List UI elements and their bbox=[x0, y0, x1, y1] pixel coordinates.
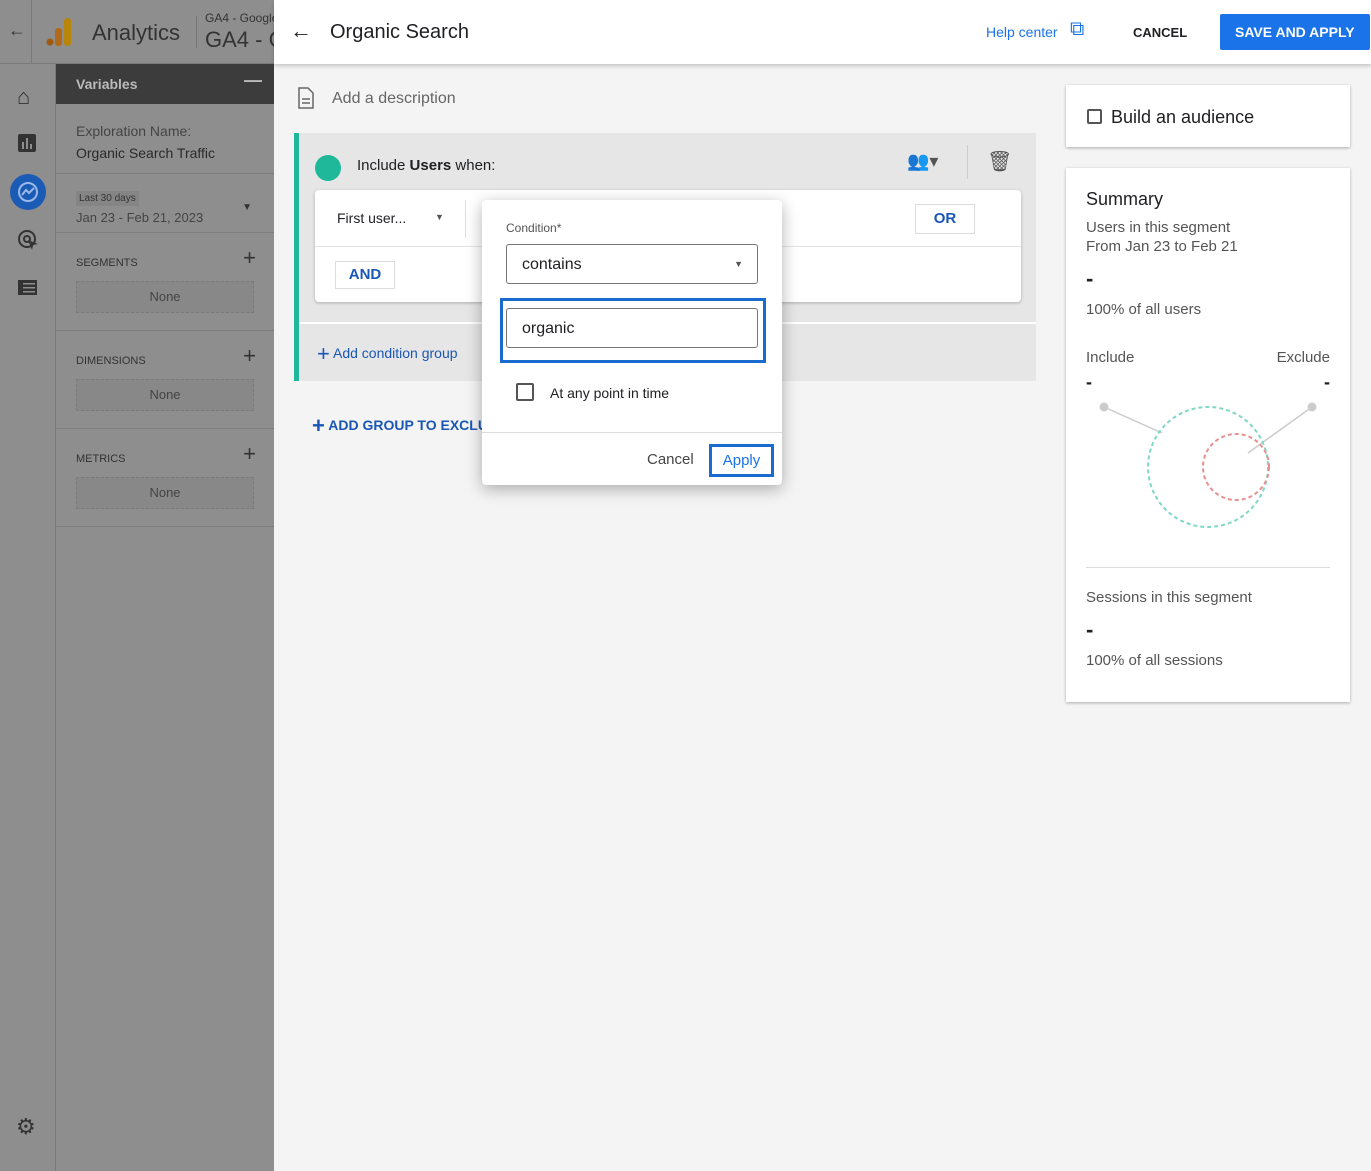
date-badge: Last 30 days bbox=[76, 191, 139, 206]
save-and-apply-button[interactable]: SAVE AND APPLY bbox=[1220, 14, 1370, 50]
sessions-label: Sessions in this segment bbox=[1086, 589, 1252, 606]
external-link-icon[interactable]: ⧉ bbox=[1070, 18, 1084, 41]
explore-icon[interactable] bbox=[10, 174, 46, 210]
metrics-label: METRICS bbox=[76, 453, 126, 465]
dimensions-section: DIMENSIONS + None bbox=[56, 331, 274, 429]
app-name: Analytics bbox=[92, 20, 181, 45]
configure-icon[interactable] bbox=[18, 280, 38, 296]
settings-gear-icon[interactable]: ⚙ bbox=[16, 1114, 36, 1140]
sessions-percent: 100% of all sessions bbox=[1086, 652, 1223, 669]
segments-none: None bbox=[76, 281, 254, 313]
analytics-logo-icon bbox=[46, 18, 71, 46]
description-icon bbox=[298, 87, 314, 109]
users-label: Users in this segment bbox=[1086, 219, 1231, 236]
help-center-link[interactable]: Help center bbox=[986, 24, 1058, 40]
include-circle bbox=[1147, 406, 1269, 528]
add-condition-group-button[interactable]: + Add condition group bbox=[317, 341, 458, 367]
segment-title[interactable]: Organic Search bbox=[330, 21, 469, 44]
value-input[interactable]: organic bbox=[506, 308, 758, 348]
account-name[interactable]: GA4 - Google bbox=[205, 11, 274, 25]
dimensions-none: None bbox=[76, 379, 254, 411]
date-range-text: From Jan 23 to Feb 21 bbox=[1086, 238, 1238, 255]
left-nav: ⌂ ⚙ bbox=[0, 64, 56, 1171]
reports-icon[interactable] bbox=[18, 134, 38, 154]
plus-icon: + bbox=[317, 341, 330, 366]
include-text: Include Users when: bbox=[357, 157, 496, 174]
variables-title: Variables bbox=[76, 76, 138, 92]
date-range-picker[interactable]: Last 30 days Jan 23 - Feb 21, 2023 ▼ bbox=[56, 174, 274, 233]
condition-value: contains bbox=[522, 256, 582, 273]
exclude-circle bbox=[1202, 433, 1270, 501]
popup-cancel-button[interactable]: Cancel bbox=[647, 451, 694, 468]
summary-title: Summary bbox=[1086, 189, 1164, 209]
date-range: Jan 23 - Feb 21, 2023 bbox=[76, 210, 204, 225]
dimensions-label: DIMENSIONS bbox=[76, 355, 146, 367]
collapse-icon[interactable]: — bbox=[244, 70, 262, 91]
condition-select[interactable]: contains ▼ bbox=[506, 244, 758, 284]
segments-label: SEGMENTS bbox=[76, 257, 138, 269]
exclude-value: - bbox=[1324, 372, 1330, 392]
back-arrow-icon[interactable]: ← bbox=[290, 18, 312, 44]
description-input[interactable]: Add a description bbox=[332, 90, 456, 108]
user-scope-icon[interactable]: 👥▾ bbox=[907, 151, 938, 172]
or-button[interactable]: OR bbox=[915, 204, 975, 234]
metrics-none: None bbox=[76, 477, 254, 509]
users-percent: 100% of all users bbox=[1086, 301, 1202, 318]
add-group-to-exclude-button[interactable]: + ADD GROUP TO EXCLU bbox=[312, 413, 488, 439]
condition-label: Condition* bbox=[506, 221, 562, 235]
include-label: Include bbox=[1086, 349, 1135, 366]
include-dot bbox=[1099, 402, 1109, 412]
exploration-name-section[interactable]: Exploration Name: Organic Search Traffic bbox=[56, 104, 274, 174]
build-audience-card[interactable]: Build an audience bbox=[1066, 85, 1350, 147]
users-value: - bbox=[1086, 266, 1094, 291]
value-text: organic bbox=[522, 320, 575, 337]
add-metric-plus-icon[interactable]: + bbox=[243, 441, 256, 467]
any-point-checkbox[interactable] bbox=[516, 383, 534, 401]
build-audience-checkbox[interactable] bbox=[1087, 109, 1102, 124]
include-value: - bbox=[1086, 372, 1092, 392]
plus-icon: + bbox=[312, 413, 325, 438]
dropdown-icon: ▼ bbox=[734, 259, 743, 269]
exploration-name[interactable]: Organic Search Traffic bbox=[76, 145, 254, 161]
exclude-label: Exclude bbox=[1276, 349, 1330, 366]
segments-section: SEGMENTS + None bbox=[56, 233, 274, 331]
delete-trash-icon[interactable]: 🗑 bbox=[987, 149, 1012, 174]
back-arrow-icon[interactable]: ← bbox=[8, 20, 26, 41]
variables-panel: Variables — Exploration Name: Organic Sea… bbox=[56, 64, 274, 1171]
condition-popup: Condition* contains ▼ organic At any poi… bbox=[482, 200, 782, 485]
home-icon[interactable]: ⌂ bbox=[17, 84, 30, 110]
build-audience-label: Build an audience bbox=[1111, 107, 1255, 127]
apply-button[interactable]: Apply bbox=[709, 444, 774, 477]
venn-diagram bbox=[1099, 402, 1317, 528]
summary-card: Summary Users in this segment From Jan 2… bbox=[1066, 168, 1350, 702]
segment-editor-header: ← Organic Search Help center ⧉ CANCEL SA… bbox=[274, 0, 1371, 64]
add-dimension-plus-icon[interactable]: + bbox=[243, 343, 256, 369]
advertising-icon[interactable] bbox=[17, 229, 41, 253]
and-button[interactable]: AND bbox=[335, 261, 395, 289]
add-segment-plus-icon[interactable]: + bbox=[243, 245, 256, 271]
exclude-dot bbox=[1307, 402, 1317, 412]
sessions-value: - bbox=[1086, 617, 1094, 642]
metrics-section: METRICS + None bbox=[56, 429, 274, 527]
variables-header: Variables — bbox=[56, 64, 274, 104]
exclude-pointer bbox=[1247, 406, 1313, 454]
exploration-name-label: Exploration Name: bbox=[76, 123, 192, 139]
dropdown-icon: ▼ bbox=[242, 202, 252, 213]
app-header: ← Analytics GA4 - Google GA4 - G bbox=[0, 0, 274, 64]
cancel-button[interactable]: CANCEL bbox=[1133, 25, 1187, 40]
dimension-dropdown[interactable]: First user... bbox=[337, 210, 406, 226]
include-pointer bbox=[1103, 406, 1163, 434]
dropdown-icon: ▼ bbox=[435, 212, 444, 222]
checkbox-label: At any point in time bbox=[550, 385, 670, 401]
segment-color-dot bbox=[315, 155, 341, 181]
property-name[interactable]: GA4 - G bbox=[205, 27, 274, 53]
